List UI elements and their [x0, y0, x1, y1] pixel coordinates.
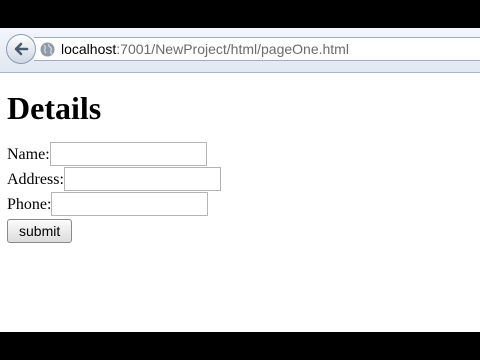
name-input[interactable] — [49, 142, 207, 166]
name-row: Name: — [7, 142, 480, 167]
submit-button[interactable]: submit — [7, 219, 73, 243]
page-title: Details — [7, 90, 102, 126]
phone-input[interactable] — [51, 192, 209, 216]
address-row: Address: — [7, 167, 480, 192]
back-button[interactable] — [6, 34, 36, 64]
url-text: localhost:7001/NewProject/html/pageOne.h… — [61, 41, 349, 57]
address-label: Address: — [7, 171, 64, 188]
url-path: :7001/NewProject/html/pageOne.html — [116, 41, 349, 57]
back-arrow-icon — [14, 42, 29, 56]
browser-toolbar: localhost:7001/NewProject/html/pageOne.h… — [0, 28, 480, 73]
details-form: Name: Address: Phone: submit — [7, 142, 480, 243]
phone-row: Phone: — [7, 192, 480, 217]
address-bar[interactable]: localhost:7001/NewProject/html/pageOne.h… — [34, 37, 480, 61]
name-label: Name: — [7, 146, 50, 163]
browser-window: localhost:7001/NewProject/html/pageOne.h… — [0, 28, 480, 332]
url-host: localhost — [61, 41, 117, 57]
address-input[interactable] — [63, 167, 221, 191]
phone-label: Phone: — [7, 196, 52, 213]
page-content: Details Name: Address: Phone: submit — [7, 88, 480, 243]
globe-icon — [40, 42, 55, 57]
